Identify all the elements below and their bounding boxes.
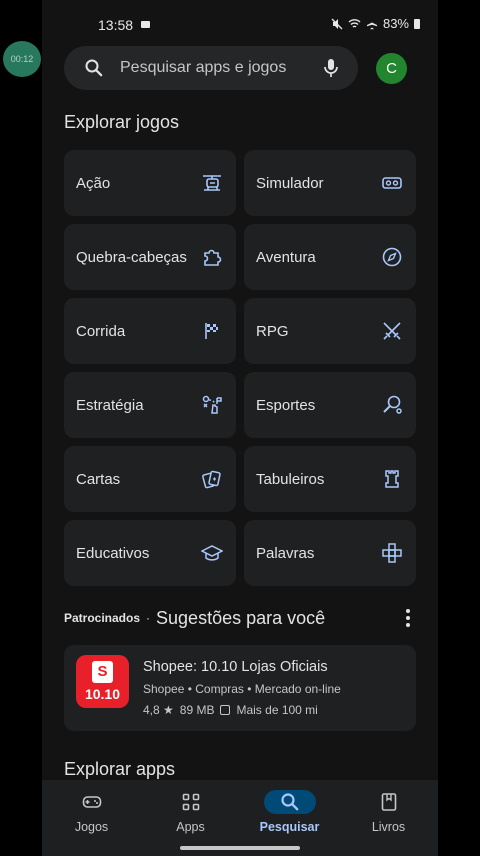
- word-tiles-icon: [382, 543, 402, 563]
- category-label: Ação: [76, 174, 111, 192]
- nav-pill: [263, 790, 316, 814]
- nav-label: Jogos: [74, 820, 109, 834]
- category-label: Aventura: [256, 248, 316, 266]
- crossed-swords-icon: [383, 322, 401, 340]
- home-indicator[interactable]: [180, 846, 300, 850]
- category-label: Quebra-cabeças: [76, 248, 187, 266]
- app-name: Shopee: 10.10 Lojas Oficiais: [143, 659, 328, 675]
- section-title-explore-apps: Explorar apps: [64, 759, 176, 779]
- play-store-screen: 13:58 83% Pesquisar apps e jogos C Explo…: [42, 0, 438, 856]
- search-bar[interactable]: Pesquisar apps e jogos: [64, 46, 358, 90]
- chess-rook-icon: [385, 470, 399, 488]
- gamepad-icon: [82, 796, 101, 808]
- airplane-icon: [366, 18, 377, 29]
- recording-timer-bubble[interactable]: 00:12: [3, 41, 41, 77]
- category-label: Palavras: [256, 544, 315, 562]
- checkered-flag-icon: [205, 323, 218, 339]
- category-tile-educativos[interactable]: Educativos: [64, 520, 236, 586]
- nav-item-apps[interactable]: Apps: [141, 790, 240, 834]
- vr-headset-icon: [382, 177, 402, 189]
- category-label: Esportes: [256, 396, 316, 414]
- shopping-bag-icon: S: [92, 661, 113, 683]
- category-label: Cartas: [76, 470, 121, 488]
- status-bar: 13:58 83%: [42, 14, 438, 38]
- battery-percent: 83%: [382, 16, 409, 31]
- bookmark-book-icon: [381, 793, 396, 811]
- nav-pill: [363, 790, 415, 814]
- category-tile-estrategia[interactable]: Estratégia: [64, 372, 236, 438]
- app-meta: Shopee • Compras • Mercado on-line: [143, 682, 341, 696]
- search-icon: [85, 59, 103, 77]
- compass-icon: [382, 247, 402, 267]
- graduation-cap-icon: [201, 545, 223, 561]
- app-size: 89 MB: [179, 703, 215, 717]
- status-icons: 83%: [331, 16, 420, 31]
- category-tile-quebra-cabecas[interactable]: Quebra-cabeças: [64, 224, 236, 290]
- shopee-app-icon: S 10.10: [76, 655, 129, 708]
- app-card-shopee[interactable]: S 10.10 Shopee: 10.10 Lojas Oficiais Sho…: [64, 645, 416, 731]
- nav-item-pesquisar[interactable]: Pesquisar: [240, 790, 339, 834]
- account-avatar[interactable]: C: [376, 53, 407, 84]
- nav-item-livros[interactable]: Livros: [339, 790, 438, 834]
- category-tile-rpg[interactable]: RPG: [244, 298, 416, 364]
- puzzle-piece-icon: [204, 249, 222, 266]
- category-label: RPG: [256, 322, 289, 340]
- category-tile-acao[interactable]: Ação: [64, 150, 236, 216]
- download-icon: [220, 705, 231, 715]
- battery-icon: [414, 18, 420, 29]
- status-time: 13:58: [98, 17, 134, 33]
- category-tile-esportes[interactable]: Esportes: [244, 372, 416, 438]
- strategy-play-icon: [202, 395, 222, 414]
- wifi-icon: [348, 18, 361, 28]
- app-stats: 4,8 ★ 89 MB Mais de 100 mi: [143, 703, 318, 717]
- category-label: Estratégia: [76, 396, 144, 414]
- nav-label: Pesquisar: [259, 820, 320, 834]
- app-rating: 4,8 ★: [143, 703, 174, 717]
- more-options-icon[interactable]: [400, 608, 416, 628]
- section-title-explore-games: Explorar jogos: [64, 112, 180, 132]
- mute-icon: [331, 18, 343, 29]
- category-label: Tabuleiros: [256, 470, 325, 488]
- category-tile-aventura[interactable]: Aventura: [244, 224, 416, 290]
- sponsored-tag: Patrocinados: [64, 611, 141, 625]
- category-tile-corrida[interactable]: Corrida: [64, 298, 236, 364]
- nav-item-jogos[interactable]: Jogos: [42, 790, 141, 834]
- playing-cards-icon: [202, 470, 221, 489]
- app-downloads: Mais de 100 mi: [236, 703, 318, 717]
- category-label: Simulador: [256, 174, 324, 192]
- category-tile-tabuleiros[interactable]: Tabuleiros: [244, 446, 416, 512]
- nav-label: Apps: [176, 820, 205, 834]
- category-label: Corrida: [76, 322, 126, 340]
- promo-label: 10.10: [84, 686, 121, 702]
- microphone-icon[interactable]: [322, 58, 340, 78]
- category-label: Educativos: [76, 544, 150, 562]
- nav-pill: [66, 790, 118, 814]
- nav-label: Livros: [371, 820, 406, 834]
- bottom-navigation: Jogos Apps Pesquisar Livros: [42, 780, 438, 856]
- nav-pill: [165, 790, 217, 814]
- search-icon: [280, 793, 298, 811]
- separator-dot: ·: [146, 611, 151, 625]
- category-tile-cartas[interactable]: Cartas: [64, 446, 236, 512]
- sponsored-header: Patrocinados · Sugestões para você: [64, 606, 416, 630]
- category-tile-palavras[interactable]: Palavras: [244, 520, 416, 586]
- apps-grid-icon: [182, 793, 199, 811]
- screen-record-icon: [141, 21, 150, 28]
- sports-racket-icon: [383, 395, 402, 414]
- section-title-suggestions: Sugestões para você: [156, 607, 326, 628]
- helicopter-icon: [203, 175, 221, 191]
- search-placeholder: Pesquisar apps e jogos: [120, 59, 287, 76]
- category-tile-simulador[interactable]: Simulador: [244, 150, 416, 216]
